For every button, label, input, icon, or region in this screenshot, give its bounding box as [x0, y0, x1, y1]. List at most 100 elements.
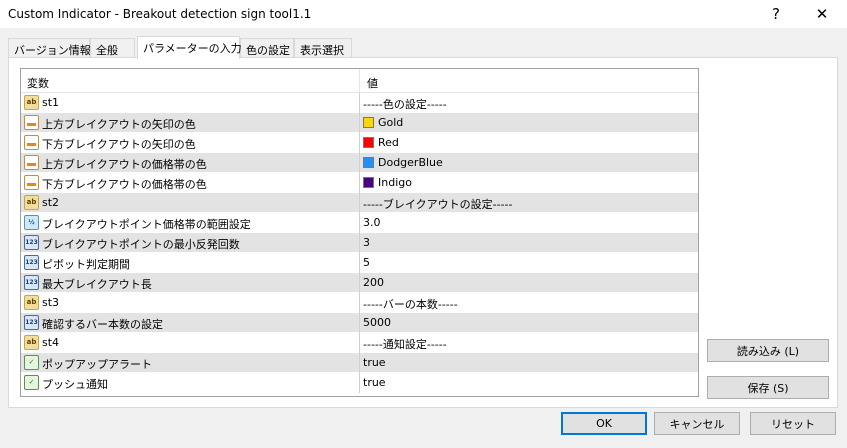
parameter-value[interactable]: -----通知設定----- [363, 336, 447, 352]
parameter-row[interactable]: ab st4 -----通知設定----- [21, 333, 698, 353]
color-swatch [363, 157, 374, 168]
reset-button[interactable]: リセット [750, 412, 836, 435]
parameter-name: ピボット判定期間 [42, 258, 130, 271]
parameter-row[interactable]: 123 最大ブレイクアウト長 200 [21, 273, 698, 293]
parameter-row[interactable]: 上方ブレイクアウトの価格帯の色 DodgerBlue [21, 153, 698, 173]
close-button[interactable]: ✕ [800, 0, 844, 28]
parameter-value[interactable]: Red [363, 136, 399, 149]
color-swatch [363, 177, 374, 188]
parameter-value-text: DodgerBlue [378, 156, 443, 169]
grid-header: 変数 値 [21, 69, 698, 93]
parameter-value-text: 5 [363, 256, 370, 269]
parameter-name: st2 [42, 196, 60, 209]
row-divider [359, 233, 360, 253]
parameter-name: ポップアップアラート [42, 358, 152, 371]
column-divider[interactable] [359, 69, 360, 93]
parameter-row[interactable]: ½ ブレイクアウトポイント価格帯の範囲設定 3.0 [21, 213, 698, 233]
tab-display-select[interactable]: 表示選択 [294, 38, 352, 58]
parameter-name: st1 [42, 96, 60, 109]
parameter-value-text: Gold [378, 116, 404, 129]
row-divider [359, 193, 360, 213]
parameter-row[interactable]: 123 ピボット判定期間 5 [21, 253, 698, 273]
ok-button[interactable]: OK [561, 412, 647, 435]
parameter-value[interactable]: true [363, 376, 386, 389]
string-type-icon: ab [24, 295, 39, 310]
parameter-row[interactable]: ✓ プッシュ通知 true [21, 373, 698, 393]
parameter-value[interactable]: true [363, 356, 386, 369]
parameter-value-text: -----色の設定----- [363, 98, 447, 111]
parameter-value[interactable]: 3 [363, 236, 370, 249]
string-type-icon: ab [24, 195, 39, 210]
color-swatch [363, 137, 374, 148]
double-type-icon: ½ [24, 215, 39, 230]
row-divider [359, 313, 360, 333]
color-swatch [363, 117, 374, 128]
parameter-name: 下方ブレイクアウトの価格帯の色 [42, 178, 207, 191]
parameter-value[interactable]: 3.0 [363, 216, 381, 229]
parameter-row[interactable]: 上方ブレイクアウトの矢印の色 Gold [21, 113, 698, 133]
color-type-icon [24, 135, 39, 150]
column-header-value[interactable]: 値 [367, 75, 378, 91]
boolean-type-icon: ✓ [24, 375, 39, 390]
parameter-value[interactable]: Gold [363, 116, 403, 129]
parameter-row[interactable]: ab st2 -----ブレイクアウトの設定----- [21, 193, 698, 213]
parameter-name: 最大ブレイクアウト長 [42, 278, 152, 291]
parameter-value[interactable]: -----バーの本数----- [363, 296, 458, 312]
integer-type-icon: 123 [24, 255, 39, 270]
tab-version-info[interactable]: バージョン情報 [8, 38, 91, 58]
parameter-value[interactable]: 5000 [363, 316, 391, 329]
cancel-button[interactable]: キャンセル [654, 412, 740, 435]
dialog-window: Custom Indicator - Breakout detection si… [0, 0, 847, 448]
string-type-icon: ab [24, 95, 39, 110]
color-type-icon [24, 115, 39, 130]
parameter-name: ブレイクアウトポイント価格帯の範囲設定 [42, 218, 251, 231]
parameter-value-text: -----通知設定----- [363, 338, 447, 351]
boolean-type-icon: ✓ [24, 355, 39, 370]
row-divider [359, 293, 360, 313]
parameter-value-text: true [363, 376, 386, 389]
color-type-icon [24, 175, 39, 190]
row-divider [359, 153, 360, 173]
grid-rows: ab st1 -----色の設定----- 上方ブレイクアウトの矢印の色 Gold 下方ブ… [21, 93, 698, 393]
save-button[interactable]: 保存 (S) [707, 376, 829, 399]
row-divider [359, 133, 360, 153]
parameter-value[interactable]: DodgerBlue [363, 156, 443, 169]
row-divider [359, 333, 360, 353]
parameter-name: 確認するバー本数の設定 [42, 318, 163, 331]
parameter-row[interactable]: 下方ブレイクアウトの価格帯の色 Indigo [21, 173, 698, 193]
parameter-grid[interactable]: 変数 値 ab st1 -----色の設定----- 上方ブレイクアウトの矢印の色 Go… [20, 68, 699, 397]
color-type-icon [24, 155, 39, 170]
parameter-value-text: 3.0 [363, 216, 381, 229]
parameter-row[interactable]: 下方ブレイクアウトの矢印の色 Red [21, 133, 698, 153]
parameter-value[interactable]: -----色の設定----- [363, 96, 447, 112]
tab-parameters[interactable]: パラメーターの入力 [137, 36, 242, 59]
parameter-value[interactable]: -----ブレイクアウトの設定----- [363, 196, 512, 212]
parameter-row[interactable]: 123 ブレイクアウトポイントの最小反発回数 3 [21, 233, 698, 253]
parameter-value[interactable]: Indigo [363, 176, 412, 189]
tab-general[interactable]: 全般 [90, 38, 135, 58]
parameter-value[interactable]: 5 [363, 256, 370, 269]
parameter-value-text: Red [378, 136, 399, 149]
parameter-row[interactable]: ab st3 -----バーの本数----- [21, 293, 698, 313]
parameter-name: 下方ブレイクアウトの矢印の色 [42, 138, 196, 151]
parameter-row[interactable]: 123 確認するバー本数の設定 5000 [21, 313, 698, 333]
parameter-value-text: 200 [363, 276, 384, 289]
integer-type-icon: 123 [24, 235, 39, 250]
parameter-value[interactable]: 200 [363, 276, 384, 289]
parameter-name: ブレイクアウトポイントの最小反発回数 [42, 238, 240, 251]
parameter-name: プッシュ通知 [42, 378, 108, 391]
title-bar: Custom Indicator - Breakout detection si… [0, 0, 847, 28]
load-button[interactable]: 読み込み (L) [707, 339, 829, 362]
row-divider [359, 113, 360, 133]
integer-type-icon: 123 [24, 275, 39, 290]
column-header-variable[interactable]: 変数 [27, 75, 49, 91]
help-button[interactable]: ? [754, 0, 798, 28]
parameter-name: 上方ブレイクアウトの矢印の色 [42, 118, 196, 131]
parameter-row[interactable]: ab st1 -----色の設定----- [21, 93, 698, 113]
row-divider [359, 253, 360, 273]
row-divider [359, 353, 360, 373]
parameter-row[interactable]: ✓ ポップアップアラート true [21, 353, 698, 373]
parameter-value-text: Indigo [378, 176, 412, 189]
tab-color-settings[interactable]: 色の設定 [240, 38, 294, 58]
parameter-value-text: -----バーの本数----- [363, 298, 458, 311]
